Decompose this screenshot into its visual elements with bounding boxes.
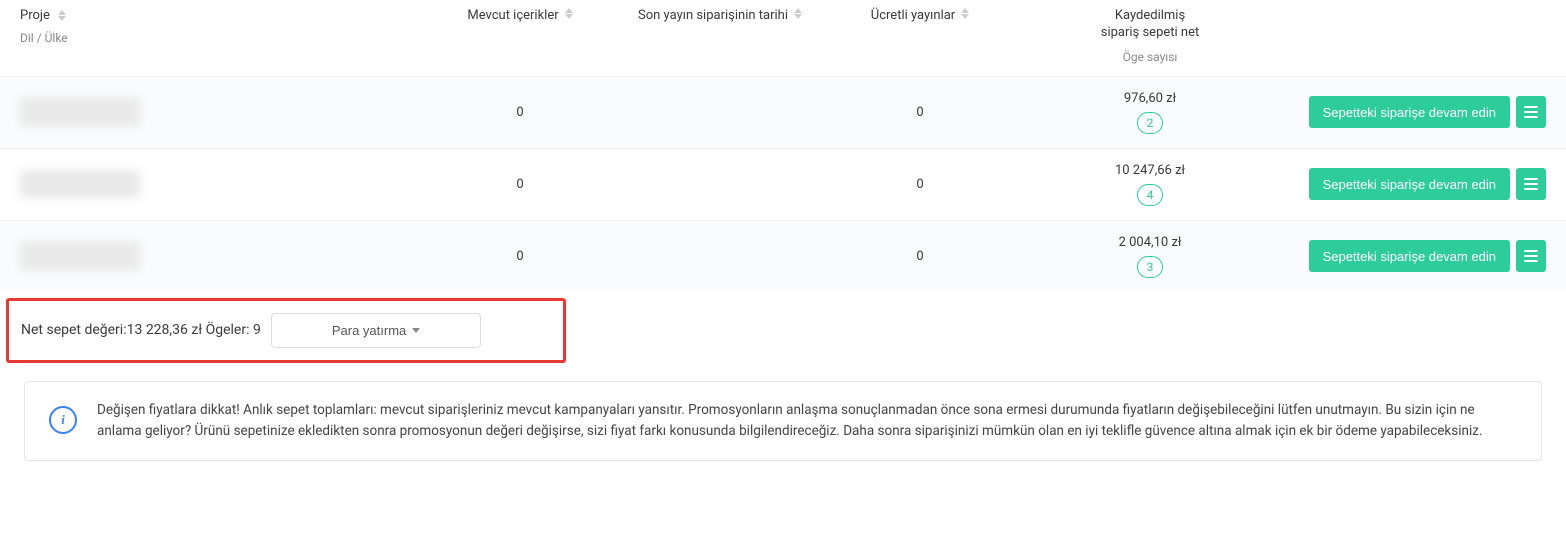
chevron-down-icon: [412, 328, 420, 333]
project-name-redacted: [20, 170, 140, 198]
summary-text: Net sepet değeri:13 228,36 zł Ögeler: 9: [21, 322, 261, 338]
continue-order-button[interactable]: Sepetteki siparişe devam edin: [1309, 240, 1510, 272]
cell-ucretli: 0: [820, 177, 1020, 192]
cart-summary: Net sepet değeri:13 228,36 zł Ögeler: 9 …: [6, 298, 566, 363]
projects-table: Proje Dil / Ülke Mevcut içerikler Son ya…: [0, 0, 1566, 292]
continue-order-button[interactable]: Sepetteki siparişe devam edin: [1309, 96, 1510, 128]
deposit-button[interactable]: Para yatırma: [271, 313, 481, 348]
col-ucretli[interactable]: Ücretli yayınlar: [820, 8, 1020, 64]
sort-icon: [794, 8, 802, 19]
col-proje[interactable]: Proje Dil / Ülke: [20, 8, 420, 64]
col-proje-label: Proje: [20, 8, 50, 23]
deposit-label: Para yatırma: [332, 323, 406, 338]
col-kayd-line2: sipariş sepeti net: [1101, 25, 1200, 42]
cell-price: 10 247,66 zł: [1020, 163, 1280, 178]
col-ucretli-label: Ücretli yayınlar: [871, 8, 955, 25]
project-name-redacted: [20, 98, 140, 126]
sort-icon: [565, 8, 573, 19]
cell-ucretli: 0: [820, 249, 1020, 264]
sort-icon: [961, 8, 969, 19]
col-kayd: Kaydedilmiş sipariş sepeti net Öge sayıs…: [1020, 8, 1280, 64]
table-header: Proje Dil / Ülke Mevcut içerikler Son ya…: [0, 0, 1566, 76]
cell-price: 2 004,10 zł: [1020, 235, 1280, 250]
sort-icon: [58, 10, 66, 21]
col-actions: [1280, 8, 1546, 64]
col-kayd-sub: Öge sayısı: [1123, 50, 1178, 64]
row-menu-button[interactable]: [1516, 168, 1546, 200]
cell-ucretli: 0: [820, 105, 1020, 120]
row-menu-button[interactable]: [1516, 240, 1546, 272]
col-son[interactable]: Son yayın siparişinin tarihi: [620, 8, 820, 64]
item-count-badge: 4: [1137, 184, 1163, 206]
table-row: 0 0 10 247,66 zł 4 Sepetteki siparişe de…: [0, 148, 1566, 220]
cell-price: 976,60 zł: [1020, 91, 1280, 106]
menu-icon: [1524, 250, 1538, 262]
cell-mevcut: 0: [420, 177, 620, 192]
project-name-redacted: [20, 242, 140, 270]
menu-icon: [1524, 178, 1538, 190]
col-proje-sub: Dil / Ülke: [20, 31, 68, 45]
col-mevcut-label: Mevcut içerikler: [467, 8, 558, 25]
info-icon: i: [49, 406, 77, 434]
continue-order-button[interactable]: Sepetteki siparişe devam edin: [1309, 168, 1510, 200]
col-mevcut[interactable]: Mevcut içerikler: [420, 8, 620, 64]
cell-mevcut: 0: [420, 249, 620, 264]
menu-icon: [1524, 106, 1538, 118]
item-count-badge: 3: [1137, 256, 1163, 278]
table-row: 0 0 2 004,10 zł 3 Sepetteki siparişe dev…: [0, 220, 1566, 292]
row-menu-button[interactable]: [1516, 96, 1546, 128]
alert-text: Değişen fiyatlara dikkat! Anlık sepet to…: [97, 400, 1517, 442]
col-kayd-line1: Kaydedilmiş: [1101, 8, 1200, 25]
cell-mevcut: 0: [420, 105, 620, 120]
table-row: 0 0 976,60 zł 2 Sepetteki siparişe devam…: [0, 76, 1566, 148]
price-warning-alert: i Değişen fiyatlara dikkat! Anlık sepet …: [24, 381, 1542, 461]
col-son-label: Son yayın siparişinin tarihi: [638, 8, 788, 25]
item-count-badge: 2: [1137, 112, 1163, 134]
table-body: 0 0 976,60 zł 2 Sepetteki siparişe devam…: [0, 76, 1566, 292]
